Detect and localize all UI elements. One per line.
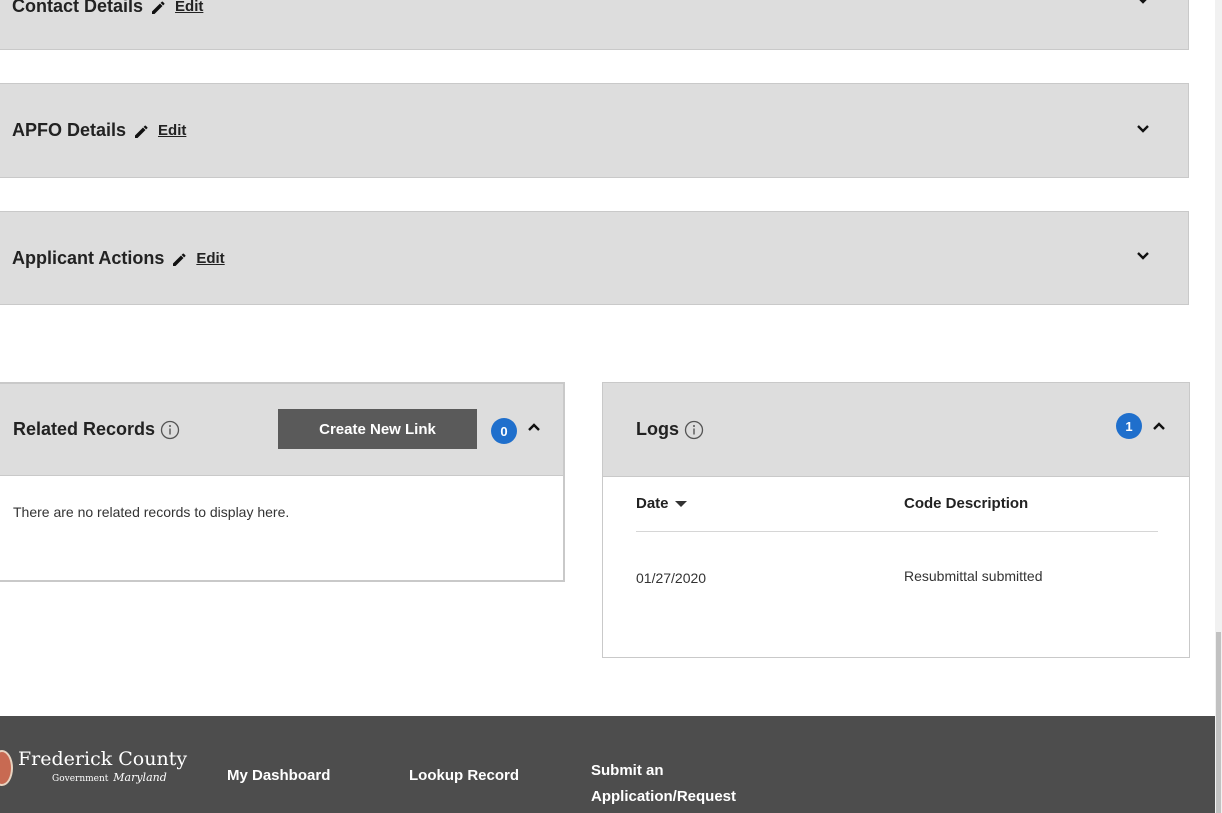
log-date-cell: 01/27/2020	[636, 570, 707, 586]
panel-title-text: Related Records	[13, 419, 156, 439]
info-icon[interactable]	[684, 420, 704, 440]
pencil-icon	[132, 121, 152, 141]
related-records-title: Related Records	[13, 419, 180, 440]
apfo-details-edit-link[interactable]: Edit	[158, 122, 186, 139]
apfo-details-header: APFO Details Edit	[12, 120, 186, 141]
apfo-details-section[interactable]: APFO Details Edit	[0, 83, 1189, 178]
logs-count-badge: 1	[1116, 413, 1142, 439]
column-header-date[interactable]: Date	[636, 495, 688, 512]
section-title: APFO Details	[12, 120, 127, 140]
applicant-actions-header: Applicant Actions Edit	[12, 248, 225, 269]
chevron-up-icon[interactable]	[527, 422, 541, 432]
chevron-down-icon[interactable]	[1136, 124, 1150, 134]
applicant-actions-edit-link[interactable]: Edit	[196, 250, 224, 267]
section-title: Contact Details	[12, 0, 144, 16]
submit-link-line2: Application/Request	[591, 788, 737, 805]
divider	[636, 531, 1158, 532]
related-records-panel: Related Records Create New Link 0 There …	[0, 382, 565, 582]
logo-script-text: Maryland	[113, 771, 167, 784]
footer-link-lookup-record[interactable]: Lookup Record	[409, 763, 519, 789]
contact-details-header: Contact Details Edit	[12, 0, 203, 17]
related-records-header: Related Records Create New Link 0	[0, 384, 563, 476]
contact-details-edit-link[interactable]: Edit	[175, 0, 203, 15]
logs-panel: Logs 1 Date Code Description 01/27/2020 …	[602, 382, 1190, 658]
contact-details-section[interactable]: Contact Details Edit	[0, 0, 1189, 50]
column-header-label: Date	[636, 495, 669, 512]
chevron-down-icon[interactable]	[1136, 251, 1150, 261]
chevron-up-icon[interactable]	[1152, 421, 1166, 431]
panel-title-text: Logs	[636, 419, 679, 439]
pencil-icon	[149, 0, 169, 17]
logo-sub-text: Government	[52, 774, 109, 784]
footer-link-my-dashboard[interactable]: My Dashboard	[227, 763, 330, 789]
logo-title: Frederick County	[18, 748, 188, 770]
section-title: Applicant Actions	[12, 248, 165, 268]
info-icon[interactable]	[160, 420, 180, 440]
scrollbar-thumb[interactable]	[1216, 632, 1221, 813]
logs-header: Logs 1	[603, 383, 1189, 477]
footer-link-submit-application[interactable]: Submit an Application/Request	[591, 758, 736, 810]
column-header-code-description[interactable]: Code Description	[904, 495, 1028, 512]
create-new-link-button[interactable]: Create New Link	[278, 409, 477, 449]
related-records-count-badge: 0	[491, 418, 517, 444]
sort-down-icon	[674, 500, 688, 508]
submit-link-line1: Submit an	[591, 762, 664, 779]
column-header-label: Code Description	[904, 495, 1029, 512]
county-seal-icon	[0, 750, 13, 786]
related-records-empty-message: There are no related records to display …	[13, 504, 290, 520]
footer: Frederick County Government Maryland My …	[0, 716, 1215, 813]
logo-subtitle: Government Maryland	[52, 771, 167, 784]
log-description-cell: Resubmittal submitted	[904, 568, 1043, 584]
chevron-down-icon[interactable]	[1136, 0, 1150, 5]
applicant-actions-section[interactable]: Applicant Actions Edit	[0, 211, 1189, 305]
pencil-icon	[170, 249, 190, 269]
logs-title: Logs	[636, 419, 704, 440]
